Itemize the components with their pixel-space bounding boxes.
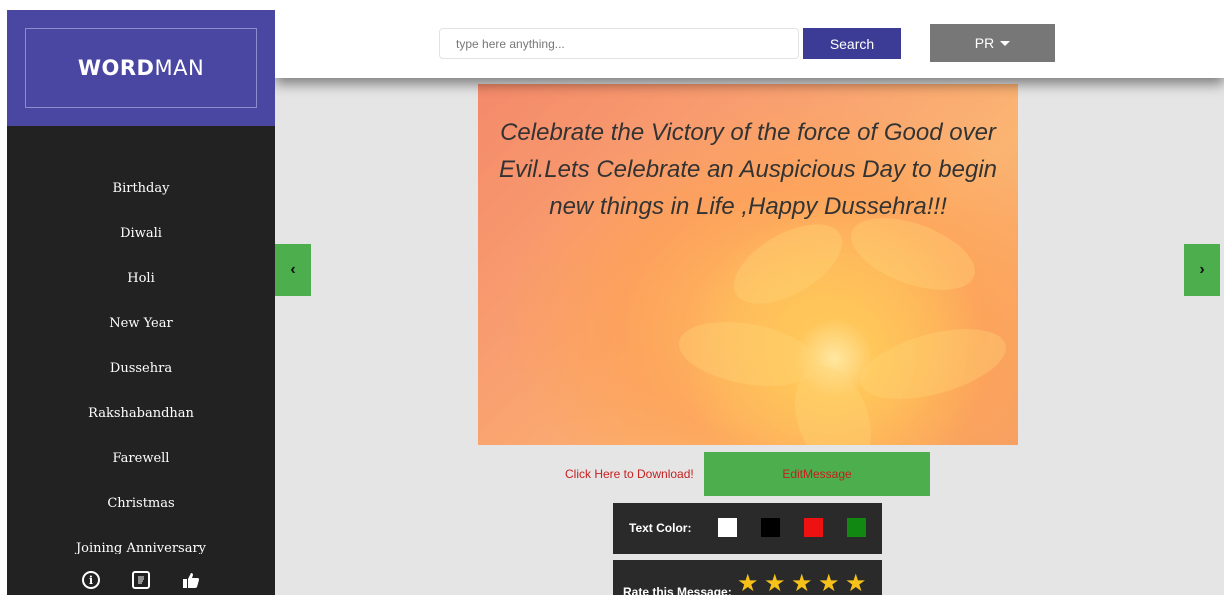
logo-box: WORDMAN bbox=[7, 10, 275, 126]
greeting-card: Celebrate the Victory of the force of Go… bbox=[478, 84, 1018, 445]
document-icon[interactable] bbox=[132, 571, 150, 589]
text-color-panel: Text Color: bbox=[613, 503, 882, 554]
language-dropdown[interactable]: PR bbox=[930, 24, 1055, 62]
text-color-label: Text Color: bbox=[629, 521, 692, 535]
color-swatch-red[interactable] bbox=[804, 518, 823, 537]
edit-message-button[interactable]: EditMessage bbox=[704, 452, 930, 496]
logo[interactable]: WORDMAN bbox=[25, 28, 257, 108]
menu-item-holi[interactable]: Holi bbox=[7, 256, 275, 301]
menu-item-farewell[interactable]: Farewell bbox=[7, 436, 275, 481]
language-label: PR bbox=[974, 35, 995, 51]
star-icon[interactable]: ★ bbox=[764, 572, 786, 595]
top-bar: Search PR bbox=[275, 10, 1224, 78]
menu-item-rakshabandhan[interactable]: Rakshabandhan bbox=[7, 391, 275, 436]
prev-card-button[interactable]: ‹ bbox=[275, 244, 311, 296]
main-area: Search PR ‹ › Celebrate the Victory of t… bbox=[275, 10, 1224, 595]
category-menu: Birthday Diwali Holi New Year Dussehra R… bbox=[7, 166, 275, 554]
info-icon[interactable]: i bbox=[82, 571, 100, 589]
rating-label: Rate this Message: bbox=[623, 585, 732, 595]
logo-bold: WORD bbox=[77, 56, 155, 80]
chevron-right-icon: › bbox=[1199, 261, 1205, 278]
color-swatch-white[interactable] bbox=[718, 518, 737, 537]
flower-petal bbox=[852, 315, 1014, 413]
menu-item-christmas[interactable]: Christmas bbox=[7, 481, 275, 526]
app-root: WORDMAN Birthday Diwali Holi New Year Du… bbox=[0, 0, 1224, 595]
card-message: Celebrate the Victory of the force of Go… bbox=[498, 119, 998, 220]
search-button[interactable]: Search bbox=[803, 28, 901, 59]
next-card-button[interactable]: › bbox=[1184, 244, 1220, 296]
caret-down-icon bbox=[1000, 40, 1011, 46]
menu-item-birthday[interactable]: Birthday bbox=[7, 166, 275, 211]
color-swatch-green[interactable] bbox=[847, 518, 866, 537]
star-icon[interactable]: ★ bbox=[737, 572, 759, 595]
download-link[interactable]: Click Here to Download! bbox=[565, 467, 694, 481]
logo-light: MAN bbox=[154, 56, 205, 80]
sidebar-footer: i bbox=[7, 554, 275, 595]
chevron-left-icon: ‹ bbox=[290, 261, 296, 278]
menu-item-diwali[interactable]: Diwali bbox=[7, 211, 275, 256]
star-icon[interactable]: ★ bbox=[818, 572, 840, 595]
menu-item-new-year[interactable]: New Year bbox=[7, 301, 275, 346]
rating-panel: Rate this Message: ★ ★ ★ ★ ★ bbox=[613, 560, 882, 595]
logo-text: WORDMAN bbox=[78, 56, 204, 80]
menu-item-joining-anniversary[interactable]: Joining Anniversary bbox=[7, 526, 275, 554]
thumbs-up-icon[interactable] bbox=[182, 571, 200, 589]
search-input[interactable] bbox=[439, 28, 799, 59]
star-icon[interactable]: ★ bbox=[791, 572, 813, 595]
menu-item-dussehra[interactable]: Dussehra bbox=[7, 346, 275, 391]
star-icon[interactable]: ★ bbox=[845, 572, 867, 595]
color-swatch-black[interactable] bbox=[761, 518, 780, 537]
sidebar: WORDMAN Birthday Diwali Holi New Year Du… bbox=[7, 10, 275, 595]
